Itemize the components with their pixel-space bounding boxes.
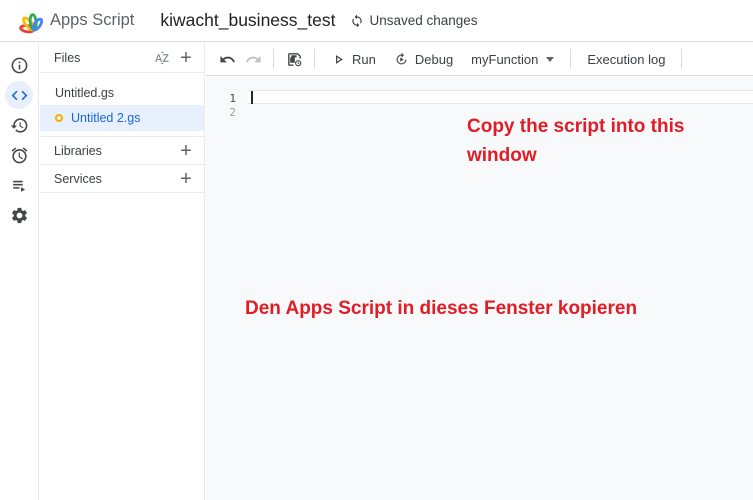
sidebar-section-libraries: Libraries + (40, 137, 204, 165)
rail-item-project-history[interactable] (5, 111, 33, 139)
debug-icon (394, 52, 409, 67)
play-icon (331, 52, 346, 67)
function-selector[interactable]: myFunction (462, 46, 563, 72)
alarm-icon (10, 146, 29, 165)
app-header: Apps Script kiwacht_business_test Unsave… (0, 0, 753, 42)
line-number: 2 (206, 106, 236, 120)
execution-log-label: Execution log (587, 52, 665, 67)
undo-icon (219, 51, 236, 68)
line-number: 1 (206, 92, 236, 106)
annotation-english: Copy the script into this window (467, 112, 709, 170)
file-row-untitled[interactable]: Untitled.gs (40, 80, 204, 105)
execution-log-button[interactable]: Execution log (578, 46, 674, 72)
project-title[interactable]: kiwacht_business_test (160, 10, 335, 31)
add-library-button[interactable]: + (174, 139, 198, 163)
section-label: Libraries (54, 144, 174, 158)
code-icon (10, 86, 29, 105)
save-icon (286, 51, 303, 68)
unsaved-dot-icon (55, 114, 63, 122)
plus-icon: + (180, 169, 192, 189)
undo-button[interactable] (214, 47, 240, 71)
line-number-gutter[interactable]: 1 2 (206, 92, 236, 120)
section-label: Services (54, 172, 174, 186)
file-row-untitled-2[interactable]: Untitled 2.gs (40, 105, 204, 131)
toolbar-divider (570, 49, 571, 69)
arrow-drop-down-icon (546, 57, 554, 62)
sidebar-section-services: Services + (40, 165, 204, 193)
rail-item-executions[interactable] (5, 171, 33, 199)
toolbar-divider (273, 49, 274, 69)
info-icon (10, 56, 29, 75)
save-project-button[interactable] (281, 47, 307, 71)
rail-item-settings[interactable] (5, 201, 33, 229)
sort-az-icon (154, 50, 170, 66)
files-header: Files + (40, 43, 204, 73)
text-cursor (251, 91, 253, 104)
sort-files-button[interactable] (150, 46, 174, 70)
debug-label: Debug (415, 52, 453, 67)
redo-icon (245, 51, 262, 68)
gear-icon (10, 206, 29, 225)
toolbar-divider (314, 49, 315, 69)
current-line-highlight (248, 90, 753, 104)
navigation-rail (0, 43, 39, 500)
rail-item-triggers[interactable] (5, 141, 33, 169)
toolbar-divider (681, 49, 682, 69)
apps-script-logo (13, 7, 43, 34)
sync-icon (350, 14, 364, 28)
files-title: Files (54, 51, 150, 65)
app-name: Apps Script (50, 11, 134, 30)
add-service-button[interactable]: + (174, 167, 198, 191)
history-icon (10, 116, 29, 135)
rail-item-overview[interactable] (5, 51, 33, 79)
debug-button[interactable]: Debug (385, 46, 462, 72)
function-selector-value: myFunction (471, 52, 538, 67)
annotation-german: Den Apps Script in dieses Fenster kopier… (245, 296, 637, 322)
run-label: Run (352, 52, 376, 67)
save-status-label: Unsaved changes (369, 13, 477, 28)
playlist-play-icon (10, 176, 29, 195)
redo-button[interactable] (240, 47, 266, 71)
rail-item-editor[interactable] (5, 81, 33, 109)
editor-toolbar: Run Debug myFunction Execution log (206, 43, 753, 76)
files-sidebar: Files + Untitled.gs Untitled 2.gs Librar… (40, 43, 205, 500)
save-status: Unsaved changes (350, 13, 477, 28)
plus-icon: + (180, 141, 192, 161)
run-button[interactable]: Run (322, 46, 385, 72)
apps-script-home-link[interactable]: Apps Script (13, 7, 134, 34)
file-name: Untitled.gs (55, 86, 114, 100)
file-list: Untitled.gs Untitled 2.gs (40, 73, 204, 137)
add-file-button[interactable]: + (174, 46, 198, 70)
plus-icon: + (180, 48, 192, 68)
file-name: Untitled 2.gs (71, 111, 140, 125)
